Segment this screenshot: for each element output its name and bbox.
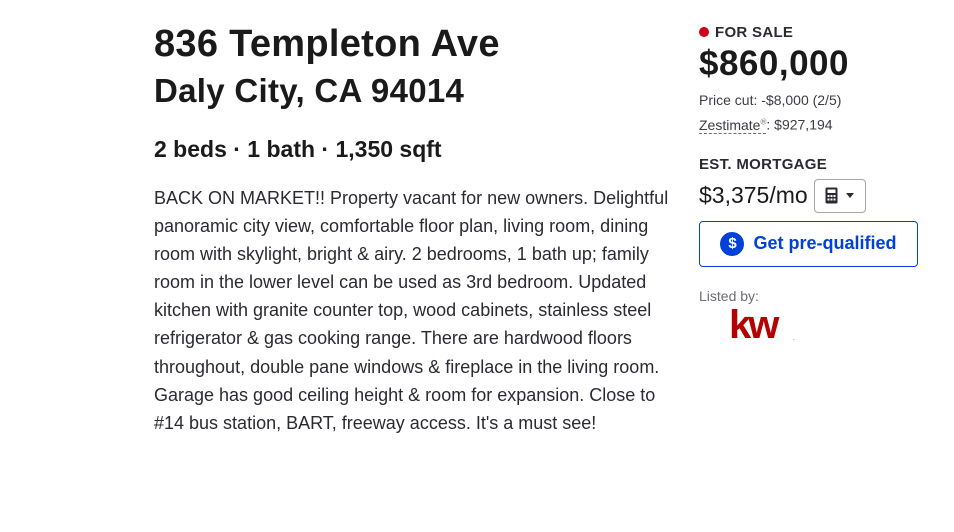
mortgage-heading: EST. MORTGAGE xyxy=(699,155,828,173)
property-description: BACK ON MARKET!! Property vacant for new… xyxy=(154,188,669,433)
status-badge: FOR SALE xyxy=(699,22,929,42)
price-panel: FOR SALE $860,000 Price cut: -$8,000 (2/… xyxy=(699,22,929,352)
zestimate-label: Zestimate xyxy=(699,116,761,133)
status-dot-icon xyxy=(699,27,709,37)
dollar-circle-icon: $ xyxy=(720,231,745,256)
mortgage-value: $3,375/mo xyxy=(699,182,808,209)
status-label: FOR SALE xyxy=(715,23,794,41)
kw-logo: kw . xyxy=(729,303,795,347)
zestimate-row: Zestimate®: $927,194 xyxy=(699,111,929,136)
list-price: $860,000 xyxy=(699,44,849,83)
get-prequalified-label: Get pre-qualified xyxy=(753,233,897,254)
city-state-zip: Daly City, CA 94014 xyxy=(154,72,465,109)
svg-text:.: . xyxy=(793,336,795,342)
listing-main: 836 Templeton Ave Daly City, CA 94014 2 … xyxy=(154,22,674,437)
street-address: 836 Templeton Ave xyxy=(154,23,500,65)
price-cut: Price cut: -$8,000 (2/5) xyxy=(699,92,842,108)
chevron-down-icon xyxy=(846,193,855,199)
mortgage-row: $3,375/mo xyxy=(699,178,929,213)
calculator-dropdown-button[interactable] xyxy=(813,178,866,213)
zestimate-value: : $927,194 xyxy=(766,116,833,133)
listed-by-label: Listed by: xyxy=(699,287,759,304)
svg-text:kw: kw xyxy=(729,307,780,347)
home-facts: 2 beds · 1 bath · 1,350 sqft xyxy=(154,136,442,162)
calculator-icon xyxy=(825,187,838,204)
get-prequalified-button[interactable]: $ Get pre-qualified xyxy=(699,220,918,267)
zestimate-link[interactable]: Zestimate® xyxy=(699,116,767,134)
